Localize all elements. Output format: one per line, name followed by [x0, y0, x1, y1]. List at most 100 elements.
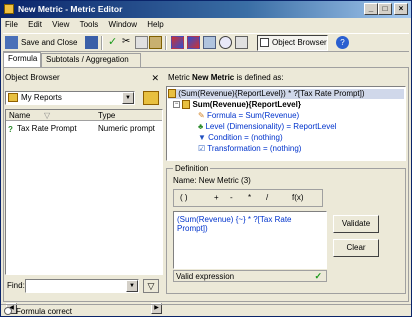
operator-minus[interactable]: -: [230, 193, 233, 202]
tab-subtotals-aggregation[interactable]: Subtotals / Aggregation: [41, 53, 141, 67]
close-pane-icon[interactable]: ✕: [151, 73, 159, 84]
validate-button[interactable]: Validate: [333, 215, 379, 233]
object-icon[interactable]: [203, 36, 216, 49]
cut-icon[interactable]: ✂: [121, 36, 134, 49]
find-label: Find:: [7, 281, 25, 290]
operator-parentheses[interactable]: ( ): [180, 193, 188, 202]
menu-window[interactable]: Window: [105, 18, 141, 31]
condition-icon: ▼: [198, 133, 206, 142]
help-icon[interactable]: ?: [336, 36, 349, 49]
minimize-button[interactable]: _: [364, 3, 378, 15]
metric-icon: [182, 100, 191, 109]
toolbar: Save and Close ✓ ✂ Object Browser ?: [3, 33, 409, 52]
tree-root-label: (Sum(Revenue){ReportLevel}) * ?[Tax Rate…: [178, 89, 365, 98]
status-text: Formula correct: [16, 307, 73, 316]
folder-value: My Reports: [21, 93, 62, 102]
expression-editor[interactable]: (Sum(Revenue) {~} * ?[Tax Rate Prompt]): [173, 211, 327, 269]
save-icon[interactable]: [85, 36, 98, 49]
item-type: Numeric prompt: [98, 124, 155, 133]
object-browser-header: Object Browser ✕: [5, 73, 163, 85]
caption-prefix: Metric: [168, 73, 190, 82]
filter-icon[interactable]: ▽: [143, 279, 159, 293]
menu-help[interactable]: Help: [143, 18, 167, 31]
menu-file[interactable]: File: [1, 18, 22, 31]
formula-icon: ✎: [198, 111, 205, 120]
folder-dropdown[interactable]: My Reports ▼: [5, 91, 135, 105]
column-name[interactable]: Name: [9, 111, 30, 120]
clear-button[interactable]: Clear: [333, 239, 379, 257]
metric-editor-window: New Metric - Metric Editor _ □ × File Ed…: [0, 0, 412, 317]
transformation-icon: ☑: [198, 144, 206, 153]
status-icon: [4, 307, 12, 315]
metric-tree: (Sum(Revenue){ReportLevel}) * ?[Tax Rate…: [166, 86, 406, 161]
object-browser-pane: Object Browser ✕ My Reports ▼ Name ▽ Typ…: [5, 71, 163, 314]
folder-up-icon[interactable]: [143, 91, 159, 105]
tree-child-label: Sum(Revenue){ReportLevel}: [192, 100, 301, 109]
menu-view[interactable]: View: [48, 18, 73, 31]
object-list: Name ▽ Type ? Tax Rate Prompt Numeric pr…: [5, 109, 163, 314]
chevron-down-icon[interactable]: ▼: [126, 280, 138, 292]
find-input[interactable]: ▼: [25, 279, 139, 293]
object-browser-label: Object Browser: [272, 38, 327, 47]
tree-formula[interactable]: ✎ Formula = Sum(Revenue): [198, 111, 299, 121]
tree-root[interactable]: (Sum(Revenue){ReportLevel}) * ?[Tax Rate…: [168, 89, 404, 99]
sort-icon: ▽: [44, 111, 51, 120]
tree-transformation[interactable]: ☑ Transformation = (nothing): [198, 144, 301, 154]
definition-caption: Metric New Metric is defined as:: [168, 73, 284, 82]
collapse-icon[interactable]: −: [173, 101, 180, 108]
find-bar: Find: ▼ ▽: [5, 279, 163, 293]
close-button[interactable]: ×: [394, 3, 408, 15]
definition-pane: Metric New Metric is defined as: (Sum(Re…: [166, 71, 406, 296]
copy-icon[interactable]: [135, 36, 148, 49]
metric-icon: [168, 89, 176, 98]
tree-condition[interactable]: ▼ Condition = (nothing): [198, 133, 283, 143]
title-bar[interactable]: New Metric - Metric Editor _ □ ×: [1, 1, 411, 18]
menu-edit[interactable]: Edit: [24, 18, 46, 31]
metric-name: New Metric: [192, 73, 235, 82]
window-title: New Metric - Metric Editor: [18, 4, 123, 14]
item-name: Tax Rate Prompt: [17, 124, 77, 133]
object-browser-title: Object Browser: [5, 73, 60, 82]
toolbar-separator: [165, 36, 167, 50]
metric-icon[interactable]: [171, 36, 184, 49]
menu-bar: File Edit View Tools Window Help: [1, 18, 411, 32]
name-value: New Metric (3): [198, 176, 251, 185]
tab-formula[interactable]: Formula: [3, 52, 41, 67]
transformation-label: Transformation = (nothing): [207, 144, 302, 153]
metric-2-icon[interactable]: [187, 36, 200, 49]
operator-divide[interactable]: /: [266, 193, 268, 202]
level-icon: ♣: [198, 122, 204, 131]
maximize-button[interactable]: □: [378, 3, 392, 15]
validate-check-icon[interactable]: ✓: [107, 36, 120, 49]
app-icon: [4, 4, 14, 14]
name-label: Name:: [173, 176, 197, 185]
operator-multiply[interactable]: *: [248, 193, 251, 202]
list-icon[interactable]: [235, 36, 248, 49]
paste-icon[interactable]: [149, 36, 162, 49]
list-item[interactable]: ? Tax Rate Prompt Numeric prompt: [6, 124, 162, 135]
function-button[interactable]: f(x): [292, 193, 304, 202]
condition-label: Condition = (nothing): [208, 133, 283, 142]
save-close-icon: [5, 36, 18, 49]
toolbar-separator: [101, 36, 103, 50]
validation-status: Valid expression ✓: [173, 270, 327, 282]
operator-plus[interactable]: +: [214, 193, 219, 202]
formula-label: Formula = Sum(Revenue): [206, 111, 300, 120]
search-icon[interactable]: [219, 36, 232, 49]
caption-suffix: is defined as:: [236, 73, 284, 82]
column-type[interactable]: Type: [98, 111, 115, 120]
prompt-icon: ?: [8, 125, 13, 134]
menu-tools[interactable]: Tools: [76, 18, 103, 31]
validation-text: Valid expression: [176, 272, 235, 281]
object-browser-icon: [260, 38, 269, 47]
definition-legend: Definition: [173, 164, 211, 173]
tree-level[interactable]: ♣ Level (Dimensionality) = ReportLevel: [198, 122, 336, 132]
status-bar: Formula correct: [1, 304, 411, 317]
save-close-button[interactable]: Save and Close: [21, 36, 77, 50]
valid-check-icon: ✓: [314, 271, 322, 281]
level-label: Level (Dimensionality) = ReportLevel: [205, 122, 337, 131]
object-browser-button[interactable]: Object Browser: [257, 35, 328, 51]
operator-bar: ( ) + - * / f(x): [173, 189, 323, 207]
chevron-down-icon[interactable]: ▼: [122, 92, 134, 104]
tree-child[interactable]: − Sum(Revenue){ReportLevel}: [173, 100, 301, 110]
